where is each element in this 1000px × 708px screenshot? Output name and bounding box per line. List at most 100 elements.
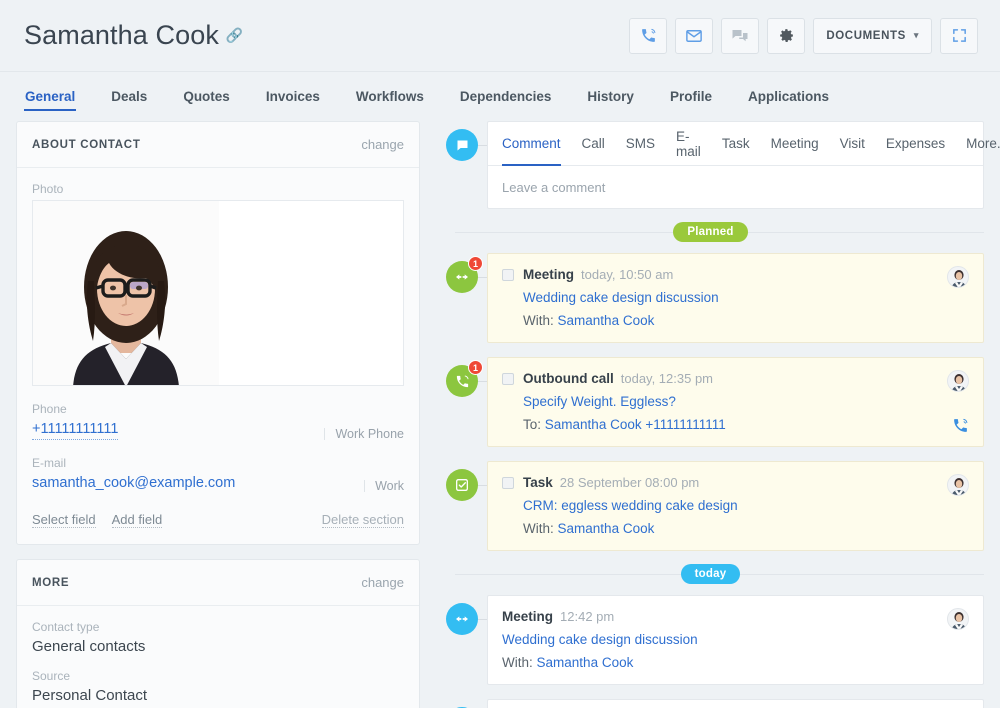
tab-dependencies[interactable]: Dependencies bbox=[459, 72, 553, 121]
tab-workflows[interactable]: Workflows bbox=[355, 72, 425, 121]
page-header: Samantha Cook 🔗 DOCUMENTS ▾ bbox=[0, 0, 1000, 71]
entry-card: Meeting today, 10:50 am Wedding cake des… bbox=[487, 253, 984, 343]
tab-more-label: More... bbox=[966, 136, 1000, 151]
entry-time: 12:42 pm bbox=[560, 609, 615, 624]
planned-badge: Planned bbox=[673, 222, 748, 242]
entry-type: Meeting bbox=[523, 267, 575, 282]
about-contact-header: ABOUT CONTACT change bbox=[17, 122, 419, 168]
timeline-entry-task-created: Task created: CRM: eggless wedding cake … bbox=[437, 699, 984, 708]
add-field-link[interactable]: Add field bbox=[111, 512, 163, 528]
tab-history[interactable]: History bbox=[586, 72, 635, 121]
about-contact-title: ABOUT CONTACT bbox=[32, 138, 141, 151]
avatar bbox=[33, 201, 219, 385]
badge-count: 1 bbox=[468, 256, 483, 271]
more-card-body: Contact type General contacts Source Per… bbox=[17, 606, 419, 708]
entry-subject[interactable]: CRM: eggless wedding cake design bbox=[523, 498, 969, 513]
separator-today: today bbox=[437, 557, 984, 591]
chevron-down-icon: ▾ bbox=[913, 30, 919, 40]
entry-with-prefix: With: bbox=[523, 521, 554, 536]
tab-visit[interactable]: Visit bbox=[840, 122, 865, 165]
phone-field: Phone +11111111111 Work Phone bbox=[32, 402, 404, 440]
entry-with-prefix: With: bbox=[502, 655, 533, 670]
tab-task[interactable]: Task bbox=[722, 122, 750, 165]
entry-avatar bbox=[947, 370, 969, 392]
phone-label: Phone bbox=[32, 402, 67, 416]
entry-checkbox[interactable] bbox=[502, 372, 514, 385]
phone-type: Work Phone bbox=[324, 427, 404, 440]
tab-email[interactable]: E-mail bbox=[676, 122, 701, 165]
more-card-title: MORE bbox=[32, 576, 70, 589]
entry-subject[interactable]: Wedding cake design discussion bbox=[523, 290, 969, 305]
activity-column: Comment Call SMS E-mail Task Meeting Vis… bbox=[437, 121, 1000, 708]
expand-button[interactable] bbox=[940, 17, 978, 54]
envelope-icon bbox=[685, 27, 703, 45]
comment-input[interactable]: Leave a comment bbox=[488, 166, 983, 208]
tab-comment[interactable]: Comment bbox=[502, 122, 561, 166]
email-button[interactable] bbox=[675, 17, 714, 54]
source-value[interactable]: Personal Contact bbox=[32, 687, 404, 704]
entry-with-name[interactable]: Samantha Cook +11111111111 bbox=[545, 417, 726, 432]
entry-subject[interactable]: Wedding cake design discussion bbox=[502, 632, 969, 647]
email-type: Work bbox=[364, 479, 404, 492]
handshake-icon: 1 bbox=[446, 256, 483, 293]
entry-avatar bbox=[947, 266, 969, 288]
header-toolbar: DOCUMENTS ▾ bbox=[629, 17, 978, 54]
page-title-text: Samantha Cook bbox=[24, 20, 219, 50]
email-value[interactable]: samantha_cook@example.com bbox=[32, 475, 235, 491]
tab-call[interactable]: Call bbox=[582, 122, 605, 165]
phone-icon bbox=[640, 27, 657, 44]
tab-expenses[interactable]: Expenses bbox=[886, 122, 945, 165]
comment-composer-row: Comment Call SMS E-mail Task Meeting Vis… bbox=[437, 121, 1000, 209]
entry-subject[interactable]: Specify Weight. Eggless? bbox=[523, 394, 969, 409]
tab-quotes[interactable]: Quotes bbox=[182, 72, 231, 121]
select-field-link[interactable]: Select field bbox=[32, 512, 96, 528]
tab-general[interactable]: General bbox=[24, 72, 77, 121]
delete-section-link[interactable]: Delete section bbox=[321, 512, 404, 528]
timeline-gutter bbox=[437, 121, 487, 209]
call-back-button[interactable] bbox=[952, 417, 969, 434]
page-body: ABOUT CONTACT change Photo Phone +111111… bbox=[0, 121, 1000, 708]
entry-with-prefix: To: bbox=[523, 417, 542, 432]
contact-type-label: Contact type bbox=[32, 620, 100, 634]
entry-with-name[interactable]: Samantha Cook bbox=[558, 521, 655, 536]
entry-card: Outbound call today, 12:35 pm Specify We… bbox=[487, 357, 984, 447]
contact-photo[interactable] bbox=[32, 200, 404, 386]
tab-deals[interactable]: Deals bbox=[110, 72, 148, 121]
entry-with-name[interactable]: Samantha Cook bbox=[558, 313, 655, 328]
about-actions: Select field Add field Delete section bbox=[32, 512, 404, 528]
entry-type: Task bbox=[523, 475, 553, 490]
handshake-icon bbox=[446, 603, 478, 635]
tab-sms[interactable]: SMS bbox=[626, 122, 655, 165]
entry-card: Meeting 12:42 pm Wedding cake design dis… bbox=[487, 595, 984, 685]
more-change-link[interactable]: change bbox=[361, 575, 404, 590]
left-column: ABOUT CONTACT change Photo Phone +111111… bbox=[16, 121, 420, 708]
entry-with-name[interactable]: Samantha Cook bbox=[537, 655, 634, 670]
entry-checkbox[interactable] bbox=[502, 268, 514, 281]
photo-label: Photo bbox=[32, 182, 64, 196]
timeline-entry-meeting-today: Meeting 12:42 pm Wedding cake design dis… bbox=[437, 595, 984, 685]
tab-meeting[interactable]: Meeting bbox=[771, 122, 819, 165]
timeline-entry-meeting-planned: 1 Meeting today, 10:50 am Wedding cake d… bbox=[437, 253, 984, 343]
separator-planned: Planned bbox=[437, 215, 984, 249]
phone-value[interactable]: +11111111111 bbox=[32, 421, 119, 440]
documents-label: DOCUMENTS bbox=[826, 29, 906, 42]
tab-invoices[interactable]: Invoices bbox=[265, 72, 321, 121]
timeline-entry-task: Task 28 September 08:00 pm CRM: eggless … bbox=[437, 461, 984, 551]
chat-button[interactable] bbox=[721, 17, 760, 54]
email-field: E-mail samantha_cook@example.com Work bbox=[32, 456, 404, 492]
tab-more[interactable]: More...▾ bbox=[966, 122, 1000, 165]
contact-type-value[interactable]: General contacts bbox=[32, 638, 404, 655]
entry-avatar bbox=[947, 608, 969, 630]
source-field: Source Personal Contact bbox=[32, 669, 404, 704]
about-change-link[interactable]: change bbox=[361, 137, 404, 152]
entry-checkbox[interactable] bbox=[502, 476, 514, 489]
tab-applications[interactable]: Applications bbox=[747, 72, 830, 121]
timeline-entry-outbound-call: 1 Outbound call today, 12:35 pm Specify … bbox=[437, 357, 984, 447]
settings-button[interactable] bbox=[767, 17, 806, 54]
tab-profile[interactable]: Profile bbox=[669, 72, 713, 121]
call-button[interactable] bbox=[629, 17, 668, 54]
link-icon[interactable]: 🔗 bbox=[226, 27, 244, 44]
documents-dropdown[interactable]: DOCUMENTS ▾ bbox=[813, 17, 932, 54]
gear-icon bbox=[778, 27, 795, 44]
about-contact-body: Photo Phone +11111111111 Work Phone E-ma… bbox=[17, 168, 419, 544]
